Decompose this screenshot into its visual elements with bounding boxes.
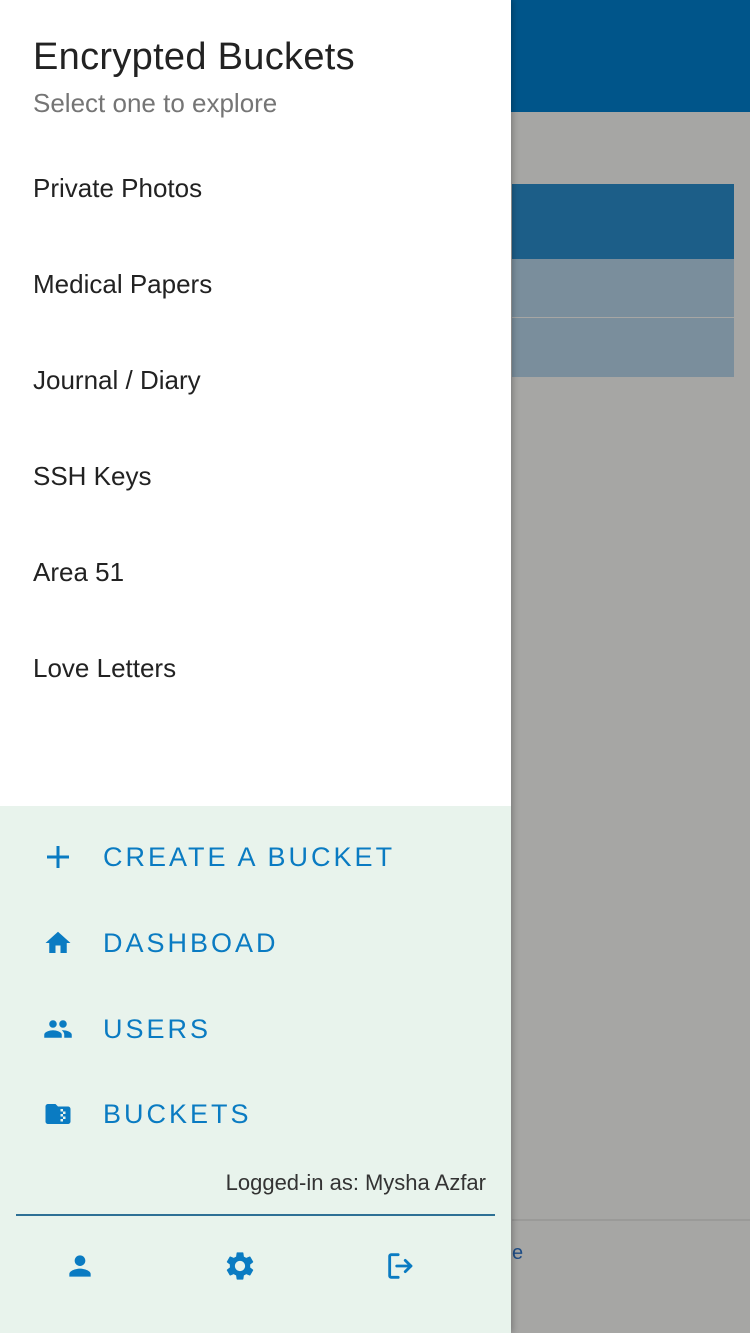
- bucket-item-area-51[interactable]: Area 51: [0, 524, 511, 620]
- dashboard-nav-item[interactable]: DASHBOAD: [0, 903, 511, 983]
- gear-icon: [223, 1249, 257, 1288]
- drawer-title: Encrypted Buckets: [33, 36, 355, 78]
- background-card-row: [512, 259, 734, 317]
- create-bucket-label: CREATE A BUCKET: [103, 841, 396, 872]
- folder-zip-icon: [40, 1096, 76, 1132]
- drawer-actions-panel: CREATE A BUCKET DASHBOAD USERS BUCKETS L…: [0, 806, 511, 1333]
- bucket-item-journal-diary[interactable]: Journal / Diary: [0, 332, 511, 428]
- profile-button[interactable]: [62, 1250, 98, 1286]
- settings-button[interactable]: [222, 1250, 258, 1286]
- bucket-item-love-letters[interactable]: Love Letters: [0, 620, 511, 716]
- buckets-label: BUCKETS: [103, 1098, 252, 1129]
- background-card-header: [512, 184, 734, 259]
- logout-icon: [384, 1249, 418, 1288]
- plus-icon: [40, 839, 76, 875]
- users-nav-item[interactable]: USERS: [0, 989, 511, 1069]
- logged-in-prefix: Logged-in as:: [225, 1170, 359, 1195]
- home-icon: [40, 925, 76, 961]
- bucket-item-medical-papers[interactable]: Medical Papers: [0, 236, 511, 332]
- bucket-item-private-photos[interactable]: Private Photos: [0, 140, 511, 236]
- bucket-item-ssh-keys[interactable]: SSH Keys: [0, 428, 511, 524]
- background-partial-text: e: [512, 1242, 524, 1264]
- person-icon: [64, 1250, 96, 1287]
- logout-button[interactable]: [383, 1250, 419, 1286]
- background-divider: [512, 1219, 750, 1221]
- bucket-list: Private Photos Medical Papers Journal / …: [0, 140, 511, 716]
- drawer-subtitle: Select one to explore: [33, 88, 278, 118]
- create-bucket-button[interactable]: CREATE A BUCKET: [0, 817, 511, 897]
- footer-divider: [16, 1214, 495, 1216]
- users-label: USERS: [103, 1013, 212, 1044]
- dashboard-label: DASHBOAD: [103, 927, 279, 958]
- navigation-drawer: Encrypted Buckets Select one to explore …: [0, 0, 511, 1333]
- buckets-nav-item[interactable]: BUCKETS: [0, 1074, 511, 1154]
- background-card-row: [512, 318, 734, 377]
- users-icon: [40, 1011, 76, 1047]
- user-name: Mysha Azfar: [364, 1170, 486, 1195]
- logged-in-status: Logged-in as: Mysha Azfar: [226, 1170, 486, 1196]
